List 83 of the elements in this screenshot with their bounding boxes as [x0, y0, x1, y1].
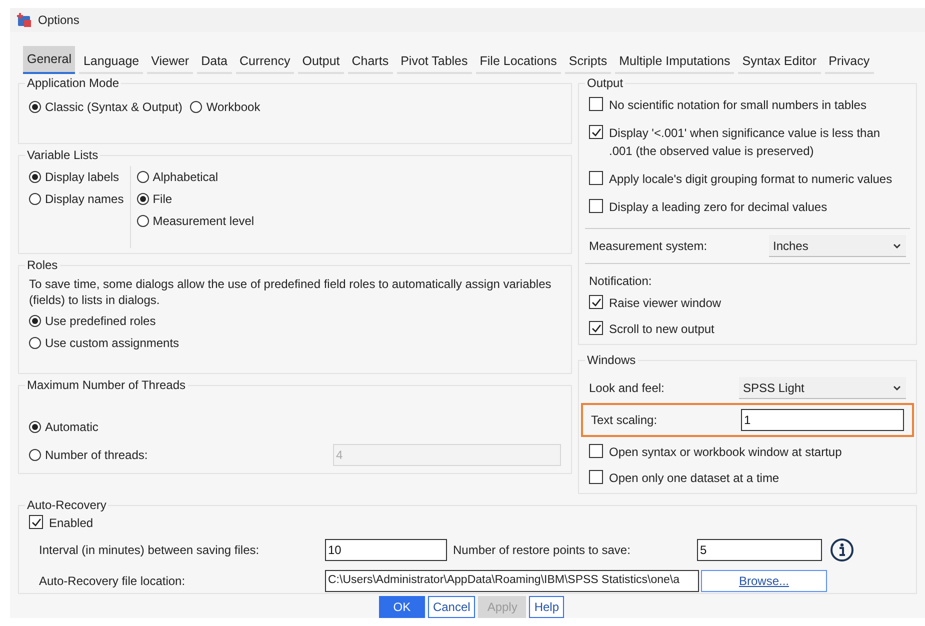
- group-title: Auto-Recovery: [26, 497, 108, 514]
- dialog-button[interactable]: Help: [529, 596, 564, 618]
- dropdown[interactable]: SPSS Light: [739, 377, 906, 399]
- checkbox-option[interactable]: Display a leading zero for decimal values: [589, 198, 906, 216]
- radio-option[interactable]: Use predefined roles: [29, 310, 561, 332]
- radio-button[interactable]: [29, 171, 41, 183]
- radio-option[interactable]: Use custom assignments: [29, 332, 561, 354]
- field-label: Text scaling:: [591, 412, 658, 429]
- checkbox-option[interactable]: Raise viewer window: [589, 294, 906, 312]
- app-icon: [16, 12, 32, 28]
- radio-button[interactable]: [136, 193, 149, 205]
- tab[interactable]: Scripts: [564, 50, 612, 74]
- checkbox-option[interactable]: Open syntax or workbook window at startup: [589, 443, 906, 461]
- tab[interactable]: Syntax Editor: [738, 50, 821, 74]
- field-label: Measurement system:: [589, 238, 708, 255]
- radio-option[interactable]: File: [136, 188, 254, 210]
- checkbox[interactable]: [589, 444, 603, 458]
- interval-field[interactable]: 10: [325, 539, 447, 561]
- dropdown-value: SPSS Light: [743, 380, 804, 396]
- checkbox[interactable]: [589, 199, 603, 213]
- checkbox-option[interactable]: Enabled: [29, 514, 906, 532]
- radio-option[interactable]: Automatic: [29, 416, 561, 438]
- radio-button[interactable]: [29, 449, 41, 461]
- radio-option[interactable]: Alphabetical: [136, 166, 254, 188]
- radio-button[interactable]: [136, 215, 149, 227]
- info-icon[interactable]: [830, 538, 854, 562]
- radio-button[interactable]: [29, 337, 41, 349]
- radio-button[interactable]: [29, 101, 41, 113]
- field-label: Look and feel:: [589, 380, 666, 397]
- checkbox-option[interactable]: Scroll to new output: [589, 320, 906, 338]
- group-title: Windows: [586, 352, 637, 369]
- dialog-button[interactable]: Cancel: [428, 596, 476, 618]
- restore-points-field[interactable]: 5: [697, 539, 822, 561]
- tab[interactable]: Viewer: [147, 50, 194, 74]
- radio-button[interactable]: [29, 421, 41, 433]
- radio-button[interactable]: [29, 315, 41, 327]
- checkbox-option[interactable]: No scientific notation for small numbers in tables: [589, 96, 906, 114]
- tab[interactable]: General: [23, 46, 76, 74]
- radio-button[interactable]: [29, 193, 41, 205]
- text-scaling-field[interactable]: 1: [741, 409, 904, 431]
- field-label: Number of restore points to save:: [453, 542, 632, 559]
- tab[interactable]: Pivot Tables: [396, 50, 472, 74]
- tab[interactable]: Charts: [348, 50, 393, 74]
- group-title: Roles: [26, 257, 59, 274]
- radio-option[interactable]: Workbook: [190, 96, 260, 118]
- group-title: Application Mode: [26, 75, 120, 92]
- tab[interactable]: Language: [79, 50, 144, 74]
- tab[interactable]: Data: [197, 50, 232, 74]
- checkbox[interactable]: [589, 321, 603, 335]
- checkbox-option[interactable]: Display '<.001' when significance value is less than .001 (the observed value is preserved): [589, 124, 906, 160]
- radio-option[interactable]: Measurement level: [136, 210, 254, 232]
- radio-option[interactable]: Number of threads:: [29, 444, 148, 466]
- roles-description: To save time, some dialogs allow the use of predefined field roles to automatically assign variables (fields) to lists in dialogs.: [29, 276, 552, 309]
- group-title: Maximum Number of Threads: [26, 377, 186, 394]
- dropdown[interactable]: Inches: [769, 235, 906, 257]
- window-title: Options: [38, 12, 80, 29]
- dialog-button[interactable]: OK: [378, 596, 425, 618]
- path-field[interactable]: C:\Users\Administrator\AppData\Roaming\IBM\SPSS Statistics\one\a: [325, 570, 699, 592]
- checkbox[interactable]: [589, 171, 603, 185]
- checkbox[interactable]: [29, 515, 43, 529]
- section-label: Notification:: [589, 273, 653, 290]
- tab[interactable]: Privacy: [824, 50, 874, 74]
- radio-button[interactable]: [190, 101, 202, 113]
- group-title: Output: [586, 75, 624, 92]
- radio-option[interactable]: Display names: [29, 188, 124, 210]
- field-label: Auto-Recovery file location:: [39, 573, 186, 590]
- dropdown-value: Inches: [773, 238, 808, 254]
- tab[interactable]: Currency: [236, 50, 294, 74]
- browse-button[interactable]: Browse...: [701, 570, 827, 592]
- radio-option[interactable]: Display labels: [29, 166, 124, 188]
- tab[interactable]: Output: [298, 50, 344, 74]
- checkbox[interactable]: [589, 470, 603, 484]
- checkbox[interactable]: [589, 295, 603, 309]
- checkbox[interactable]: [589, 97, 603, 111]
- field-label: Interval (in minutes) between saving files:: [39, 542, 260, 559]
- tab[interactable]: File Locations: [476, 50, 561, 74]
- checkbox-option[interactable]: Open only one dataset at a time: [589, 469, 906, 487]
- tab[interactable]: Multiple Imputations: [615, 50, 734, 74]
- checkbox-option[interactable]: Apply locale's digit grouping format to numeric values: [589, 170, 906, 188]
- radio-option[interactable]: Classic (Syntax & Output): [29, 96, 182, 118]
- radio-button[interactable]: [136, 171, 149, 183]
- checkbox[interactable]: [589, 125, 603, 139]
- group-title: Variable Lists: [26, 147, 100, 164]
